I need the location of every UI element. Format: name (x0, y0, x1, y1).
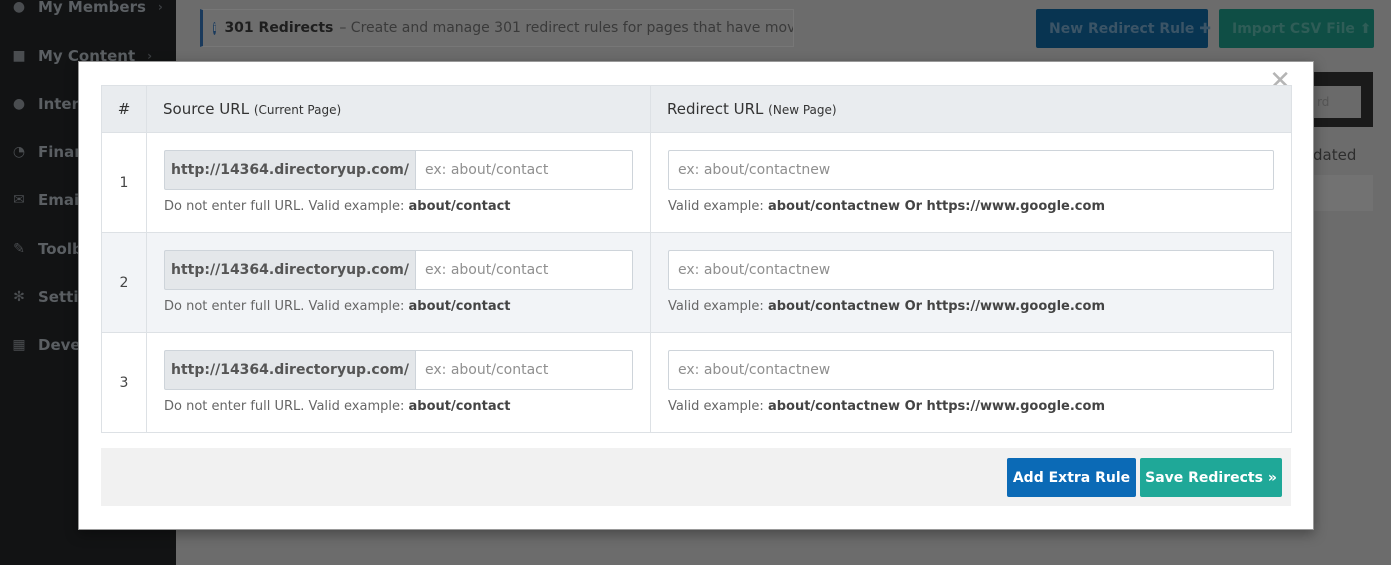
row-number: 2 (101, 232, 147, 333)
wrench-icon: ✎ (13, 241, 25, 257)
pie-chart-icon: ◔ (12, 144, 26, 160)
sidebar-item-label: Toolb (38, 240, 83, 258)
source-url-cell: http://14364.directoryup.com/ Do not ent… (146, 232, 651, 333)
table-row (1313, 175, 1373, 211)
info-notice: i 301 Redirects – Create and manage 301 … (200, 9, 794, 47)
source-help-text: Do not enter full URL. Valid example: ab… (164, 199, 633, 214)
sidebar-item-finance[interactable]: ◔ Finan (10, 140, 85, 164)
save-redirects-button[interactable]: Save Redirects » (1140, 458, 1282, 497)
source-help-label: Do not enter full URL. Valid example: (164, 299, 405, 314)
source-help-label: Do not enter full URL. Valid example: (164, 199, 405, 214)
redirect-url-cell: Valid example: about/contactnew Or https… (650, 332, 1292, 433)
notice-title: 301 Redirects (224, 20, 334, 36)
base-url-prefix: http://14364.directoryup.com/ (164, 350, 416, 390)
source-url-input-group: http://14364.directoryup.com/ (164, 250, 633, 290)
redirect-help-example: about/contactnew Or https://www.google.c… (767, 399, 1105, 414)
info-icon: i (213, 21, 217, 35)
source-help-text: Do not enter full URL. Valid example: ab… (164, 399, 633, 414)
redirect-header-label: Redirect URL (667, 100, 764, 118)
modal-footer: Add Extra Rule Save Redirects » (101, 448, 1291, 506)
column-header-redirect-url: Redirect URL (New Page) (650, 85, 1292, 133)
notice-text: – Create and manage 301 redirect rules f… (339, 20, 794, 36)
source-help-example: about/contact (408, 199, 511, 214)
redirect-help-example: about/contactnew Or https://www.google.c… (767, 199, 1105, 214)
table-row: 1 http://14364.directoryup.com/ Do not e… (101, 132, 1292, 233)
source-url-input-group: http://14364.directoryup.com/ (164, 350, 633, 390)
redirect-help-example: about/contactnew Or https://www.google.c… (767, 299, 1105, 314)
source-url-input[interactable] (415, 250, 633, 290)
chat-icon: ● (12, 96, 26, 112)
redirect-help-text: Valid example: about/contactnew Or https… (668, 299, 1274, 314)
grid-icon: ▦ (12, 337, 26, 353)
source-url-cell: http://14364.directoryup.com/ Do not ent… (146, 332, 651, 433)
members-icon: ● (12, 0, 26, 15)
new-redirect-rule-button[interactable]: New Redirect Rule ✚ (1036, 9, 1211, 48)
column-header-source-url: Source URL (Current Page) (146, 85, 651, 133)
table-row: 2 http://14364.directoryup.com/ Do not e… (101, 232, 1292, 333)
source-url-input[interactable] (415, 150, 633, 190)
search-input[interactable]: rd (1313, 86, 1361, 118)
redirect-rules-modal: ✕ # Source URL (Current Page) Redirect U… (78, 61, 1314, 530)
source-help-text: Do not enter full URL. Valid example: ab… (164, 299, 633, 314)
row-number: 3 (101, 332, 147, 433)
redirect-url-input-group (668, 150, 1274, 190)
sidebar-item-my-members[interactable]: ● My Members › (10, 0, 163, 19)
gear-icon: ✻ (13, 289, 25, 305)
source-help-example: about/contact (408, 299, 511, 314)
base-url-prefix: http://14364.directoryup.com/ (164, 250, 416, 290)
sidebar-item-toolbox[interactable]: ✎ Toolb (10, 237, 83, 261)
redirect-help-label: Valid example: (668, 399, 764, 414)
add-extra-rule-button[interactable]: Add Extra Rule (1007, 458, 1136, 497)
source-header-note: (Current Page) (253, 103, 342, 117)
redirect-help-label: Valid example: (668, 299, 764, 314)
chevron-right-icon: › (157, 0, 163, 14)
folder-icon: ■ (12, 48, 26, 64)
redirect-url-cell: Valid example: about/contactnew Or https… (650, 132, 1292, 233)
sidebar-item-developer[interactable]: ▦ Devel (10, 333, 85, 357)
redirect-url-cell: Valid example: about/contactnew Or https… (650, 232, 1292, 333)
redirect-help-text: Valid example: about/contactnew Or https… (668, 199, 1274, 214)
source-url-cell: http://14364.directoryup.com/ Do not ent… (146, 132, 651, 233)
source-url-input-group: http://14364.directoryup.com/ (164, 150, 633, 190)
redirect-rules-table: # Source URL (Current Page) Redirect URL… (101, 85, 1292, 433)
column-header-number: # (101, 85, 147, 133)
row-number: 1 (101, 132, 147, 233)
redirect-url-input-group (668, 250, 1274, 290)
redirect-url-input-group (668, 350, 1274, 390)
source-url-input[interactable] (415, 350, 633, 390)
redirect-header-note: (New Page) (768, 103, 837, 117)
base-url-prefix: http://14364.directoryup.com/ (164, 150, 416, 190)
sidebar-item-email[interactable]: ✉ Email (10, 188, 84, 212)
table-row: 3 http://14364.directoryup.com/ Do not e… (101, 332, 1292, 433)
source-header-label: Source URL (163, 100, 250, 118)
redirect-help-text: Valid example: about/contactnew Or https… (668, 399, 1274, 414)
sidebar-item-label: My Members (38, 0, 146, 16)
redirect-url-input[interactable] (668, 150, 1274, 190)
redirect-help-label: Valid example: (668, 199, 764, 214)
column-header-updated: dated (1313, 146, 1357, 164)
redirect-url-input[interactable] (668, 250, 1274, 290)
redirect-url-input[interactable] (668, 350, 1274, 390)
import-csv-button[interactable]: Import CSV File ⬆ (1219, 9, 1374, 48)
source-help-label: Do not enter full URL. Valid example: (164, 399, 405, 414)
source-help-example: about/contact (408, 399, 511, 414)
envelope-icon: ✉ (13, 192, 25, 208)
search-panel: rd (1313, 72, 1373, 127)
